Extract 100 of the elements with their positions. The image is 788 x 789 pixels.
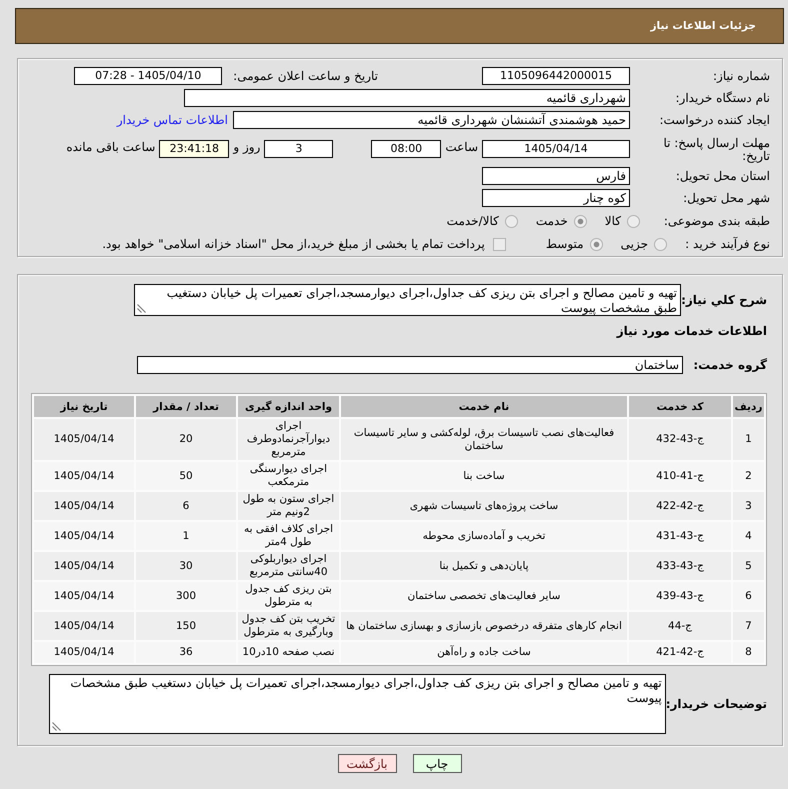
field-label: روز و [233, 140, 260, 154]
option-label: پرداخت تمام یا بخشی از مبلغ خرید،از محل "اسناد خزانه اسلامی" خواهد بود. [102, 237, 485, 251]
resize-grip-icon[interactable] [137, 304, 146, 313]
field-label: تاریخ و ساعت اعلان عمومی: [233, 69, 378, 83]
table-cell: 1405/04/14 [34, 419, 134, 460]
text-field[interactable]: حمید هوشمندی آتشنشان شهرداری قائمیه [233, 111, 630, 129]
radio-button[interactable] [574, 214, 587, 228]
table-cell: پایان‌دهی و تکمیل بنا [341, 552, 627, 580]
field-label: مهلت ارسال پاسخ: تا تاریخ: [662, 137, 770, 163]
text-field[interactable]: 23:41:18 [159, 140, 230, 158]
text-field[interactable]: فارس [482, 167, 630, 185]
table-cell: 5 [733, 552, 764, 580]
table-cell: 6 [136, 492, 236, 520]
table-cell: اجرای ستون به طول 2ونیم متر [238, 492, 339, 520]
table-cell: ج-41-410 [629, 462, 731, 490]
table-cell: انجام کارهای متفرقه درخصوص بازسازی و بهسازی ساختمان ها [341, 612, 627, 640]
table-cell: فعالیت‌های نصب تاسیسات برق، لوله‌کشی و سایر تاسیسات ساختمان [341, 419, 627, 460]
table-cell: ج-43-439 [629, 582, 731, 610]
table-cell: ساخت بنا [341, 462, 627, 490]
radio-button[interactable] [654, 238, 667, 250]
field-label: نوع فرآیند خرید : [685, 237, 770, 251]
field-label: طبقه بندی موضوعی: [664, 214, 770, 228]
column-header: ردیف [733, 396, 764, 417]
radio-button[interactable] [590, 238, 603, 250]
table-cell: 1405/04/14 [34, 582, 134, 610]
table-cell: بتن ریزی کف جدول به مترطول [238, 582, 339, 610]
table-cell: 1405/04/14 [34, 492, 134, 520]
table-cell: تخریب و آماده‌سازی محوطه [341, 522, 627, 550]
column-header: تاریخ نیاز [34, 396, 134, 417]
checkbox[interactable] [492, 238, 506, 250]
table-cell: 3 [733, 492, 764, 520]
table-cell: 1405/04/14 [34, 522, 134, 550]
field-label: ایجاد کننده درخواست: [659, 113, 770, 127]
text-field[interactable]: کوه چنار [482, 189, 630, 207]
text-field[interactable]: 1405/04/10 - 07:28 [74, 67, 222, 85]
table-cell: سایر فعالیت‌های تخصصی ساختمان [341, 582, 627, 610]
table-cell: 20 [136, 419, 236, 460]
column-header: واحد اندازه گیری [238, 396, 339, 417]
field-label: نام دستگاه خریدار: [676, 91, 770, 105]
option-label: کالا/خدمت [446, 214, 499, 228]
table-cell: 2 [733, 462, 764, 490]
column-header: تعداد / مقدار [136, 396, 236, 417]
field-label: گروه خدمت: [693, 358, 767, 372]
table-cell: 6 [733, 582, 764, 610]
table-cell: ج-42-421 [629, 642, 731, 663]
table-cell: 30 [136, 552, 236, 580]
column-header: کد خدمت [629, 396, 731, 417]
table-cell: 1405/04/14 [34, 462, 134, 490]
table-cell: 4 [733, 522, 764, 550]
table-cell: ج-44 [629, 612, 731, 640]
table-cell: ج-43-432 [629, 419, 731, 460]
table-cell: اجرای دیواربلوکی 40سانتی مترمربع [238, 552, 339, 580]
page-title: جزئیات اطلاعات نیاز [650, 20, 756, 32]
table-cell: 1 [136, 522, 236, 550]
option-label: متوسط [546, 237, 584, 251]
field-label: ساعت باقی مانده [66, 140, 156, 154]
table-cell: ج-42-422 [629, 492, 731, 520]
table-cell: 1 [733, 419, 764, 460]
buyer-notes-field[interactable]: تهیه و تامین مصالح و اجرای بتن ریزی کف جداول،اجرای دیوارمسجد،اجرای تعمیرات پل خیابان دستغیب طبق مشخصات پیوست [48, 674, 666, 734]
field-label: استان محل تحویل: [676, 169, 770, 183]
field-label: توضیحات خریدار: [666, 697, 767, 711]
resize-grip-icon[interactable] [52, 722, 61, 731]
table-cell: ج-43-431 [629, 522, 731, 550]
table-cell: ساخت جاده و راه‌آهن [341, 642, 627, 663]
table-cell: ساخت پروژه‌های تاسیسات شهری [341, 492, 627, 520]
radio-button[interactable] [504, 214, 518, 228]
description-field[interactable]: تهیه و تامین مصالح و اجرای بتن ریزی کف جداول،اجرای دیوارمسجد،اجرای تعمیرات پل خیابان دستغیب طبق مشخصات پیوست [134, 284, 681, 316]
text-field[interactable]: 1405/04/14 [482, 140, 630, 158]
field-label: شماره نیاز: [713, 69, 770, 83]
table-cell: 7 [733, 612, 764, 640]
text-field[interactable]: شهرداری قائمیه [184, 89, 630, 107]
table-cell: اجرای دیوارآجرنمادوطرف مترمربع [238, 419, 339, 460]
field-label: شرح کلي نیاز: [681, 293, 767, 307]
table-cell: اجرای کلاف افقی به طول 4متر [238, 522, 339, 550]
table-cell: 1405/04/14 [34, 642, 134, 663]
table-cell: ج-43-433 [629, 552, 731, 580]
back-button[interactable]: بازگشت [338, 754, 396, 773]
table-cell: 1405/04/14 [34, 612, 134, 640]
table-cell: نصب صفحه 10در10 [238, 642, 339, 663]
text-field[interactable]: 08:00 [371, 140, 442, 158]
text-field[interactable]: 1105096442000015 [482, 67, 630, 85]
option-label: جزیی [620, 237, 648, 251]
section-title: اطلاعات خدمات مورد نیاز [616, 323, 767, 339]
text-field[interactable]: 3 [264, 140, 334, 158]
field-label: شهر محل تحویل: [683, 191, 770, 205]
column-header: نام خدمت [341, 396, 627, 417]
table-cell: 1405/04/14 [34, 552, 134, 580]
radio-button[interactable] [627, 214, 640, 228]
table-cell: 36 [136, 642, 236, 663]
field-label: ساعت [445, 140, 478, 154]
text-field[interactable]: ساختمان [137, 356, 683, 374]
table-cell: 300 [136, 582, 236, 610]
table-cell: تخریب بتن کف جدول وبارگیری به مترطول [238, 612, 339, 640]
table-cell: 8 [733, 642, 764, 663]
table-cell: 150 [136, 612, 236, 640]
table-cell: 50 [136, 462, 236, 490]
option-label: کالا [604, 214, 621, 228]
print-button[interactable]: چاپ [412, 754, 462, 773]
option-label: خدمت [536, 214, 568, 228]
contact-link[interactable]: اطلاعات تماس خریدار [116, 113, 228, 127]
